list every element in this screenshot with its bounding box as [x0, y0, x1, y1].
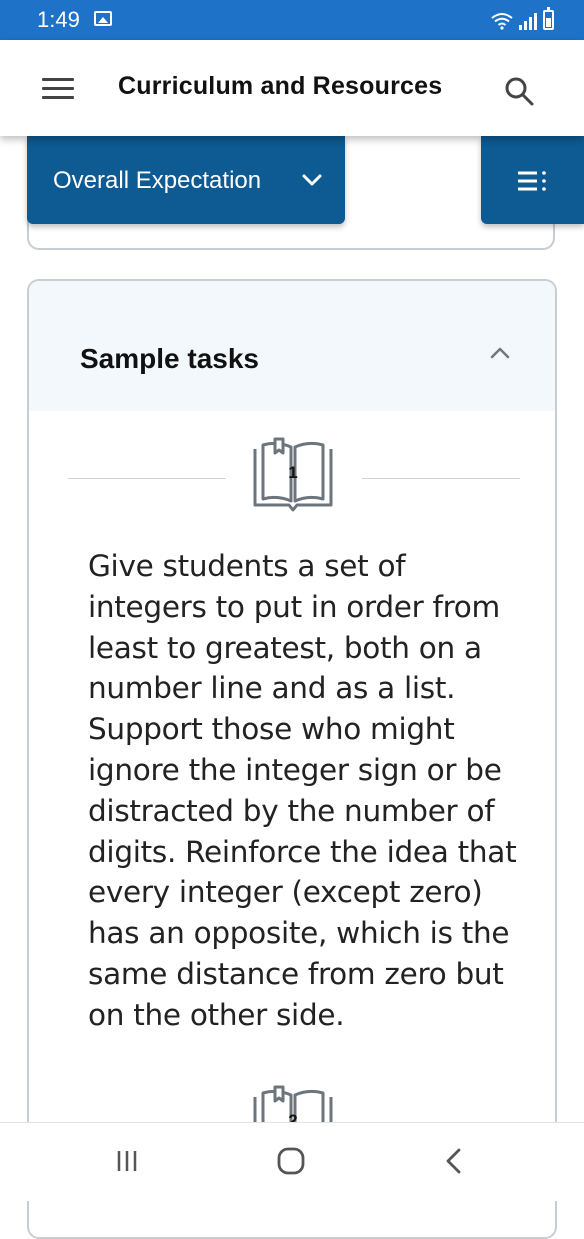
sample-tasks-title: Sample tasks — [80, 343, 259, 374]
signal-icon — [519, 12, 537, 30]
chevron-down-icon — [302, 174, 322, 186]
section-menu-button[interactable] — [481, 136, 584, 224]
back-icon[interactable] — [445, 1148, 461, 1174]
image-notification-icon — [94, 11, 112, 26]
app-bar: Curriculum and Resources — [0, 40, 584, 136]
battery-icon — [543, 7, 554, 30]
status-time: 1:49 — [37, 7, 80, 32]
home-icon[interactable] — [277, 1147, 305, 1175]
task-number: 1 — [288, 463, 298, 482]
overall-expectation-label: Overall Expectation — [53, 167, 262, 194]
hamburger-menu-icon[interactable] — [42, 78, 74, 100]
list-menu-icon — [518, 171, 546, 191]
search-icon[interactable] — [504, 76, 534, 106]
chevron-up-icon[interactable] — [488, 343, 512, 363]
page-title: Curriculum and Resources — [118, 72, 443, 100]
overall-expectation-dropdown[interactable]: Overall Expectation — [27, 136, 345, 224]
wifi-icon — [491, 13, 513, 30]
sample-tasks-card: Sample tasks 1 Give students a set of in… — [27, 279, 557, 1239]
recent-apps-icon[interactable] — [115, 1149, 139, 1173]
divider-left — [68, 478, 226, 479]
task-description: Give students a set of integers to put i… — [88, 549, 517, 1032]
sample-tasks-header[interactable]: Sample tasks — [29, 281, 555, 411]
system-nav-bar — [0, 1122, 584, 1201]
status-icons — [491, 7, 554, 30]
divider-right — [362, 478, 520, 479]
status-bar: 1:49 — [0, 0, 584, 40]
